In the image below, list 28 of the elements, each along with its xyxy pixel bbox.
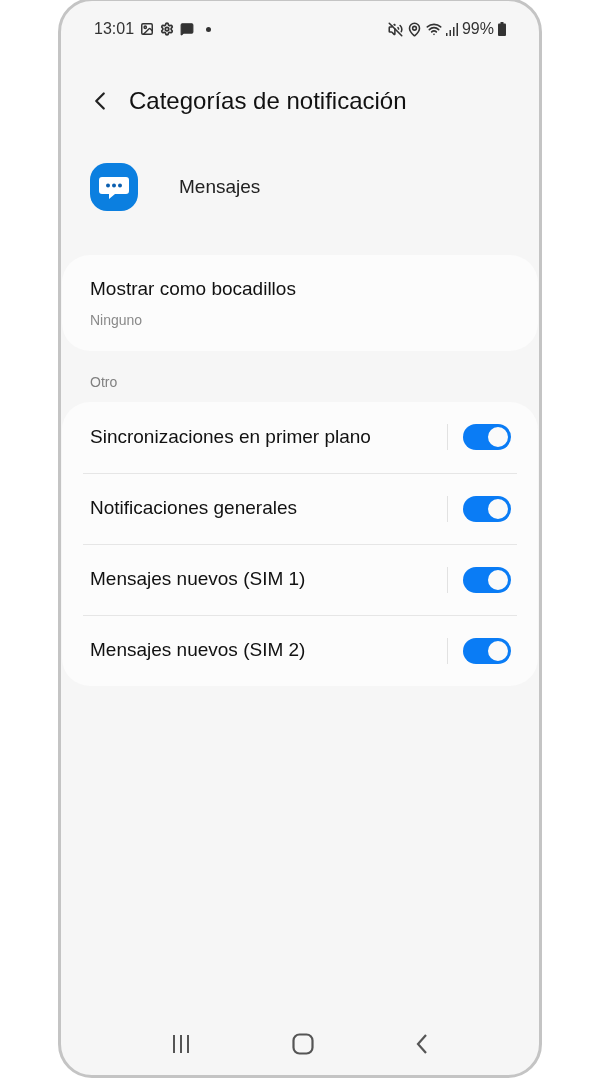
app-name: Mensajes [179, 174, 261, 199]
toggle-switch[interactable] [463, 637, 511, 664]
category-label: Notificaciones generales [90, 496, 298, 521]
image-icon [140, 22, 155, 36]
battery-percent: 99% [461, 19, 494, 39]
chat-bubble-icon [90, 163, 138, 211]
home-icon[interactable] [292, 1033, 314, 1055]
toggle-switch[interactable] [463, 424, 511, 450]
category-label: Sincronizaciones en primer plano [90, 424, 372, 449]
page-title: Categorías de notificación [129, 86, 407, 116]
section-header: Otro [90, 372, 119, 392]
location-icon [406, 21, 422, 37]
category-label: Mensajes nuevos (SIM 2) [90, 638, 307, 663]
battery-icon [498, 22, 506, 36]
back-icon[interactable] [414, 1033, 429, 1055]
chat-icon [180, 22, 195, 36]
setting-title: Mostrar como bocadillos [90, 277, 297, 301]
category-label: Mensajes nuevos (SIM 1) [90, 567, 307, 592]
toggle-switch[interactable] [463, 566, 511, 593]
setting-value: Ninguno [90, 310, 144, 330]
recent-apps-icon[interactable] [171, 1035, 192, 1053]
toggle-switch[interactable] [463, 495, 511, 522]
settings-icon [160, 22, 175, 36]
mute-icon [387, 21, 403, 37]
wifi-icon [425, 21, 442, 37]
status-time: 13:01 [94, 19, 135, 39]
signal-icon [445, 22, 458, 36]
bubbles-setting[interactable]: Mostrar como bocadillos Ninguno [62, 255, 538, 351]
